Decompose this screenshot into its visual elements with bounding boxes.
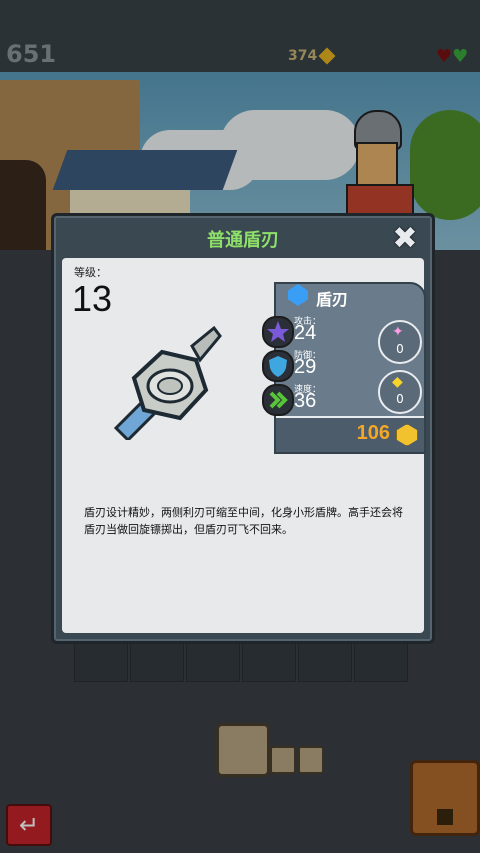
blue-gem-icon <box>288 284 308 306</box>
item-detail-dialog: 普通盾刃 ✖ 等级： 13 盾刃 攻击： 24 防御： 29 速度： 36 ✦ … <box>51 213 435 644</box>
defense-value: 29 <box>294 356 317 378</box>
level-value: 13 <box>72 278 113 319</box>
attack-stat: 攻击： 24 <box>262 314 376 348</box>
defense-stat: 防御： 29 <box>262 348 376 382</box>
defense-shield-icon <box>262 350 294 382</box>
yellow-diamond-icon: ◆ <box>392 374 403 390</box>
stats-card: 盾刃 攻击： 24 防御： 29 速度： 36 ✦ 0 ◆ 0 106 <box>262 282 426 454</box>
yellow-gem-count: 0 <box>396 392 404 406</box>
yellow-gem-slot[interactable]: ◆ 0 <box>378 370 422 414</box>
pink-gem-count: 0 <box>396 342 404 356</box>
speed-stat: 速度： 36 <box>262 382 376 416</box>
item-description: 盾刃设计精妙，两侧利刃可缩至中间，化身小形盾牌。高手还会将盾刃当做回旋镖掷出，但… <box>84 506 403 536</box>
dialog-title: 普通盾刃 <box>207 230 279 251</box>
close-button[interactable]: ✖ <box>390 224 420 254</box>
item-panel: 等级： 13 盾刃 攻击： 24 防御： 29 速度： 36 ✦ 0 ◆ 0 1… <box>62 258 426 633</box>
pink-gem-slot[interactable]: ✦ 0 <box>378 320 422 364</box>
speed-value: 36 <box>294 390 317 412</box>
stats-header: 盾刃 <box>276 284 424 312</box>
price-value: 106 <box>356 422 390 444</box>
attack-star-icon <box>262 316 294 348</box>
item-name: 盾刃 <box>316 290 349 309</box>
attack-value: 24 <box>294 322 317 344</box>
price-bar: 106 <box>276 416 424 452</box>
speed-arrows-icon <box>262 384 294 416</box>
pink-sparkle-gem-icon: ✦ <box>392 324 404 340</box>
shield-blade-icon <box>113 325 222 440</box>
gold-gem-icon <box>396 424 418 446</box>
